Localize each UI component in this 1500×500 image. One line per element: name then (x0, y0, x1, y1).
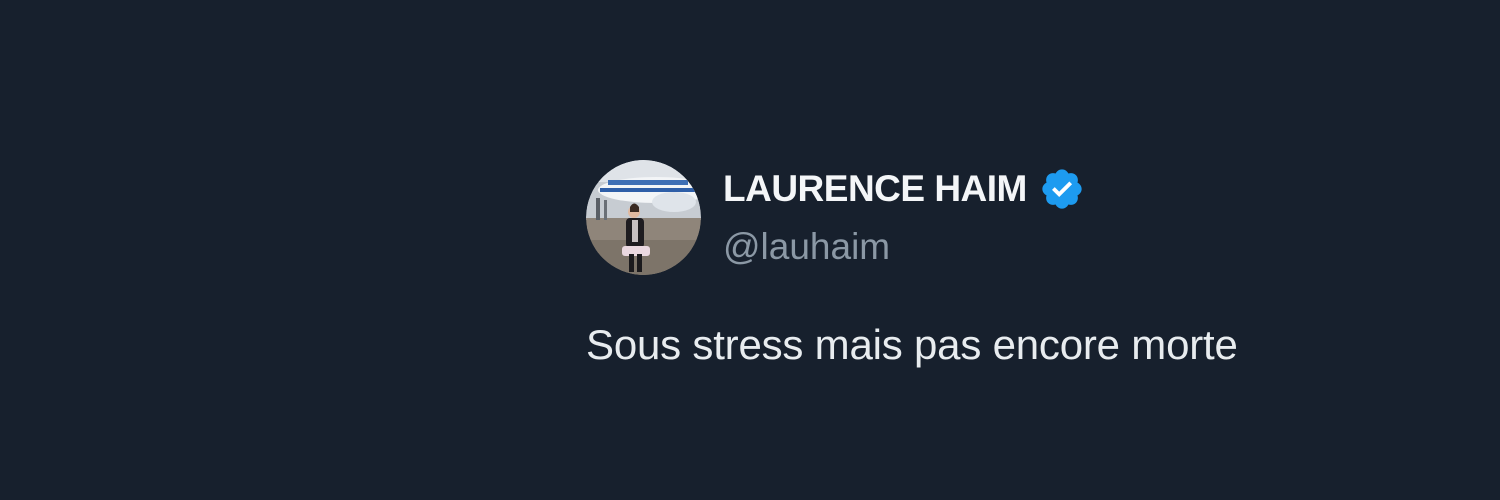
author-display-name[interactable]: LAURENCE HAIM (723, 168, 1027, 210)
tweet-text: Sous stress mais pas encore morte (586, 321, 1238, 368)
author-identity: LAURENCE HAIM @lauhaim (723, 164, 1085, 268)
author-name-row: LAURENCE HAIM (723, 164, 1085, 214)
verified-badge-icon (1042, 169, 1082, 209)
tweet-card: LAURENCE HAIM @lauhaim Sous stress mais … (586, 160, 1446, 369)
profile-photo-icon[interactable] (586, 160, 701, 275)
author-handle[interactable]: @lauhaim (723, 226, 1085, 268)
tweet-header: LAURENCE HAIM @lauhaim (586, 160, 1446, 275)
